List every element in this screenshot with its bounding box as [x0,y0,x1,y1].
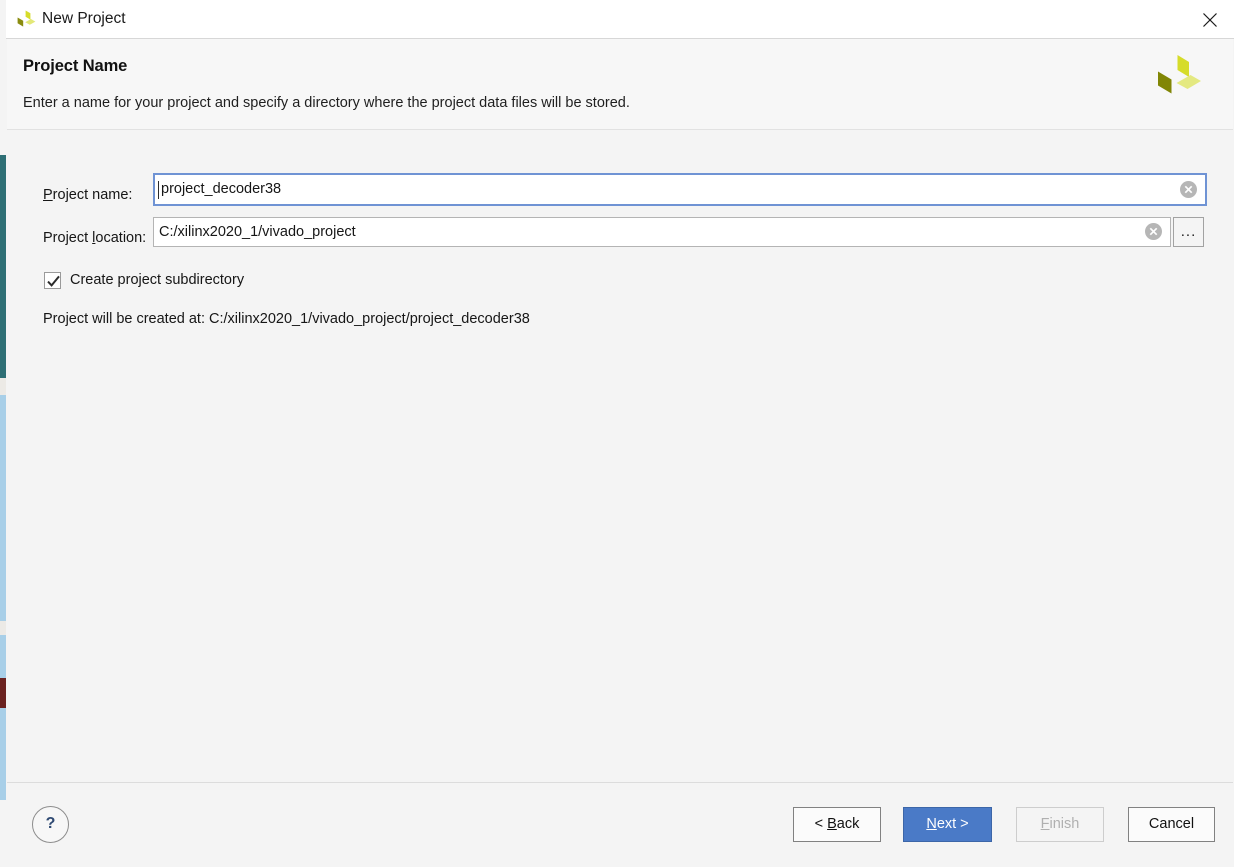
back-button[interactable]: < Back [793,807,881,842]
project-path-preview: Project will be created at: C:/xilinx202… [43,311,530,327]
page-title: Project Name [23,57,128,75]
dialog-footer: ? < Back Next > Finish Cancel [7,784,1233,866]
project-name-value: project_decoder38 [161,181,282,197]
next-button[interactable]: Next > [903,807,992,842]
finish-button: Finish [1016,807,1104,842]
create-subdirectory-checkbox[interactable] [44,272,61,289]
project-name-label: Project name: [43,187,133,203]
project-location-label: Project location: [43,230,147,246]
clear-circle-icon[interactable] [1179,180,1198,204]
title-bar: New Project [6,0,1234,39]
xilinx-propeller-logo-large-icon [1153,53,1203,101]
create-subdirectory-label: Create project subdirectory [70,272,245,288]
clear-circle-icon[interactable] [1144,222,1163,246]
project-name-input[interactable]: project_decoder38 [153,173,1207,206]
project-location-input[interactable]: C:/xilinx2020_1/vivado_project [153,217,1171,247]
cancel-button[interactable]: Cancel [1128,807,1215,842]
wizard-header: Project Name Enter a name for your proje… [7,39,1233,130]
close-icon[interactable] [1186,0,1234,38]
question-mark-icon: ? [45,815,56,832]
help-button[interactable]: ? [32,806,69,843]
xilinx-propeller-logo-icon [15,9,37,31]
project-location-value: C:/xilinx2020_1/vivado_project [159,224,356,240]
page-subtitle: Enter a name for your project and specif… [23,95,630,111]
text-caret [158,181,159,199]
window-title: New Project [42,10,126,27]
ellipsis-browse-icon: ... [1180,223,1197,240]
dialog-body: Project name: project_decoder38 Project … [7,130,1233,783]
new-project-dialog: New Project Project Name Enter a name fo… [6,0,1234,867]
browse-directory-button[interactable]: ... [1173,217,1204,247]
